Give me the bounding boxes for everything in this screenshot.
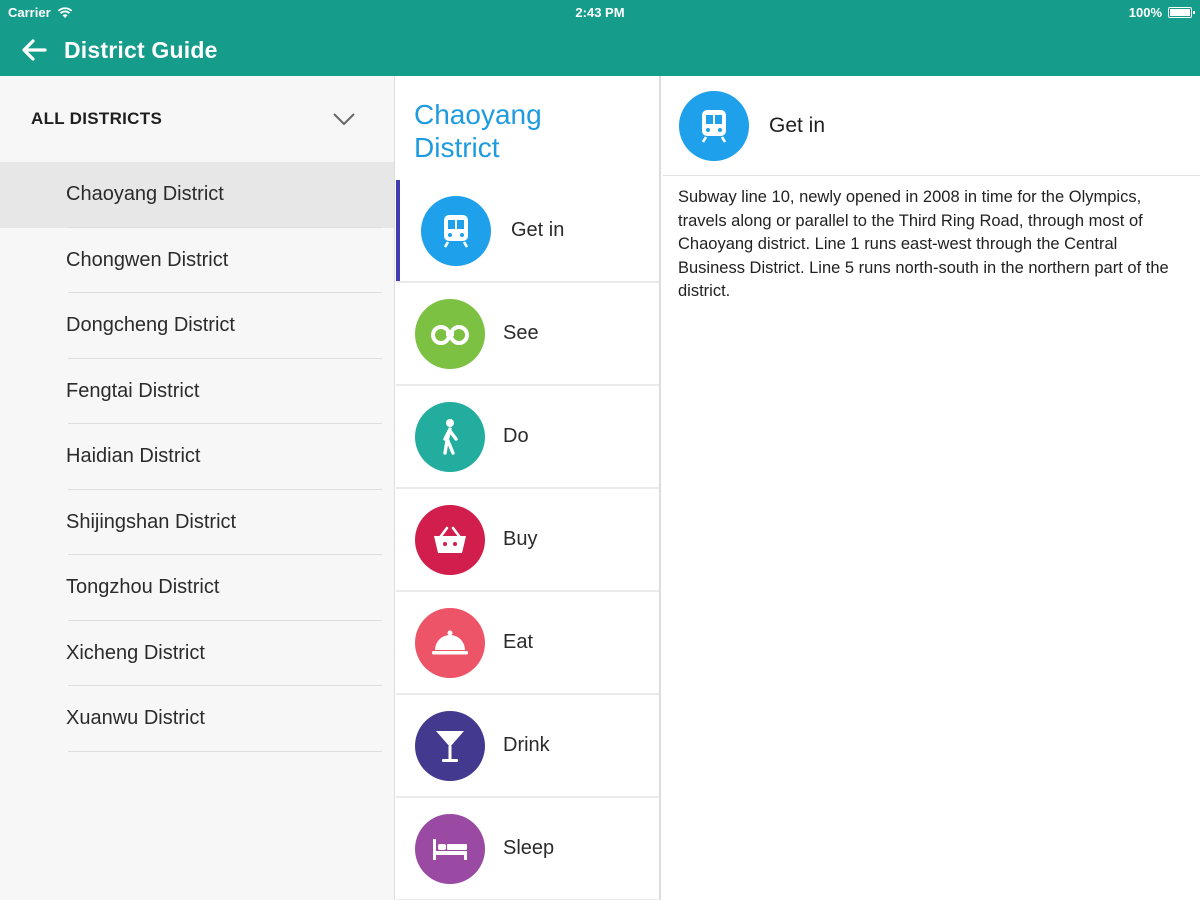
status-bar: Carrier 2:43 PM 100%	[0, 0, 1200, 26]
district-label: Chongwen District	[66, 248, 229, 271]
category-label: Do	[503, 425, 529, 447]
detail-header: Get in	[663, 76, 1200, 176]
sidebar-item-shijingshan[interactable]: Shijingshan District	[0, 490, 394, 556]
category-drink[interactable]: Drink	[396, 695, 659, 798]
nav-bar: District Guide	[0, 30, 1200, 70]
category-label: Buy	[503, 528, 538, 550]
district-label: Tongzhou District	[66, 576, 220, 599]
district-label: Shijingshan District	[66, 510, 237, 533]
battery-icon	[1168, 7, 1195, 18]
category-sleep[interactable]: Sleep	[396, 798, 659, 900]
battery-percent: 100%	[1128, 5, 1162, 20]
app-header: Carrier 2:43 PM 100% District Guide	[0, 0, 1200, 76]
battery-indicator: 100%	[1128, 5, 1195, 20]
cocktail-glass-icon	[415, 710, 485, 781]
sidebar-item-haidian[interactable]: Haidian District	[0, 424, 394, 490]
train-icon	[679, 90, 749, 161]
district-label: Xuanwu District	[66, 707, 205, 730]
district-label: Fengtai District	[66, 379, 200, 402]
sidebar-item-xicheng[interactable]: Xicheng District	[0, 621, 394, 687]
chevron-down-icon	[333, 113, 355, 126]
category-label: See	[503, 322, 539, 344]
sidebar-item-fengtai[interactable]: Fengtai District	[0, 359, 394, 425]
train-icon	[421, 195, 491, 266]
detail-body: Subway line 10, newly opened in 2008 in …	[678, 188, 1169, 300]
category-label: Get in	[511, 219, 565, 241]
status-time: 2:43 PM	[575, 5, 625, 20]
sidebar-item-chaoyang[interactable]: Chaoyang District	[0, 162, 394, 228]
arrow-left-icon	[22, 39, 47, 61]
page-title: District Guide	[64, 36, 218, 63]
category-label: Eat	[503, 631, 534, 653]
person-walking-icon	[415, 401, 485, 472]
all-districts-dropdown[interactable]: ALL DISTRICTS	[0, 76, 394, 162]
district-title-line2: District	[414, 132, 500, 163]
sidebar-item-tongzhou[interactable]: Tongzhou District	[0, 555, 394, 621]
binoculars-icon	[415, 298, 485, 369]
district-label: Dongcheng District	[66, 314, 235, 337]
district-label: Xicheng District	[66, 641, 205, 664]
detail-pane: Get in Subway line 10, newly opened in 2…	[663, 76, 1200, 900]
category-eat[interactable]: Eat	[396, 592, 659, 695]
sidebar-item-dongcheng[interactable]: Dongcheng District	[0, 293, 394, 359]
food-cloche-icon	[415, 607, 485, 678]
category-label: Drink	[503, 734, 550, 756]
bed-icon	[415, 813, 485, 884]
category-buy[interactable]: Buy	[396, 489, 659, 592]
back-button[interactable]	[8, 30, 60, 70]
district-title-line1: Chaoyang	[414, 99, 542, 130]
detail-title: Get in	[769, 113, 826, 137]
category-get-in[interactable]: Get in	[396, 180, 659, 283]
category-label: Sleep	[503, 837, 555, 859]
district-title: Chaoyang District	[396, 76, 659, 180]
district-list: Chaoyang District Chongwen District Dong…	[0, 162, 394, 752]
district-label: Chaoyang District	[66, 183, 224, 206]
sidebar-item-xuanwu[interactable]: Xuanwu District	[0, 686, 394, 752]
category-pane: Chaoyang District Get in See Do Buy Eat …	[396, 76, 661, 900]
category-do[interactable]: Do	[396, 386, 659, 489]
district-label: Haidian District	[66, 445, 201, 468]
all-districts-label: ALL DISTRICTS	[31, 109, 163, 128]
district-sidebar: ALL DISTRICTS Chaoyang District Chongwen…	[0, 76, 395, 900]
shopping-basket-icon	[415, 504, 485, 575]
sidebar-item-chongwen[interactable]: Chongwen District	[0, 228, 394, 294]
category-see[interactable]: See	[396, 283, 659, 386]
